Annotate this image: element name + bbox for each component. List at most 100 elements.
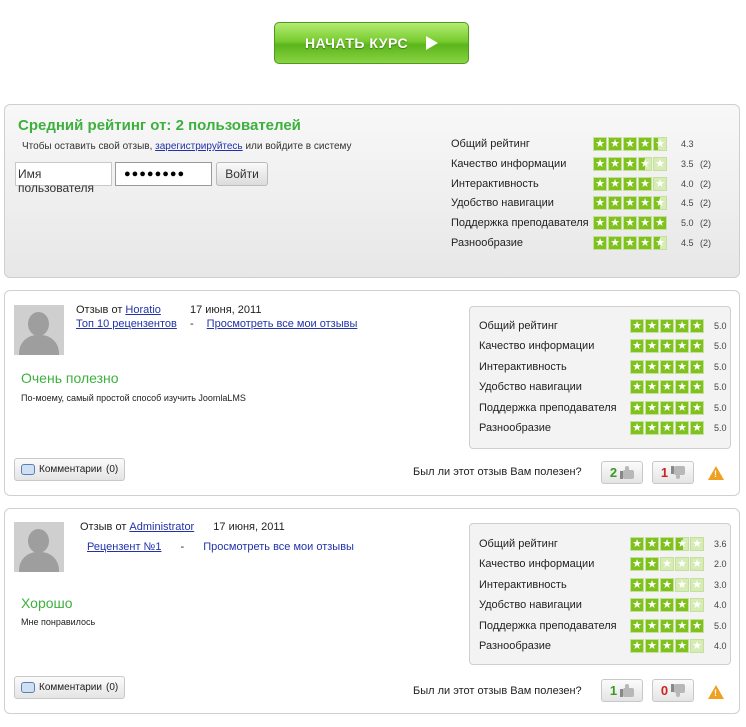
star-icon: ★ [645, 380, 659, 395]
star-icon: ★ [675, 557, 689, 572]
review-title: Очень полезно [21, 370, 119, 386]
review-text: По-моему, самый простой способ изучить J… [21, 393, 246, 403]
star-icon: ★ [593, 156, 607, 171]
star-icon: ★ [608, 137, 622, 151]
rating-value: 5.0 [714, 321, 727, 331]
star-icon: ★ [623, 137, 637, 151]
rating-count: (2) [700, 198, 711, 209]
report-warning-icon[interactable]: ! [708, 685, 724, 699]
star-icon: ★ [593, 236, 607, 250]
star-icon: ★ [593, 137, 607, 151]
star-icon: ★ [645, 319, 659, 333]
star-icon: ★ [653, 216, 667, 231]
links-separator: - [189, 318, 194, 330]
helpful-yes-button[interactable]: 2 [601, 461, 643, 484]
helpful-no-button[interactable]: 0 [652, 679, 694, 702]
rating-label: Качество информации [451, 157, 567, 170]
rating-value: 4.0 [714, 641, 727, 651]
rating-value: 2.0 [714, 559, 727, 570]
star-icon: ★ [630, 598, 644, 613]
rating-label: Поддержка преподавателя [479, 401, 617, 414]
star-icon: ★ [623, 216, 637, 231]
thumbs-up-icon [620, 466, 635, 479]
average-rating-title: Средний рейтинг от: 2 пользователей [18, 117, 301, 134]
author-link[interactable]: Horatio [125, 304, 160, 316]
login-button[interactable]: Войти [216, 162, 268, 186]
rating-value: 5.0 [714, 341, 727, 352]
rating-stars: ★ ★ ★ ★ ★ [630, 359, 704, 374]
average-rating-panel: Средний рейтинг от: 2 пользователей Чтоб… [4, 104, 740, 278]
rating-label: Общий рейтинг [479, 320, 558, 332]
star-icon: ★ [660, 577, 674, 592]
rating-label: Интерактивность [479, 360, 567, 373]
review-meta: Отзыв от Horatio 17 июня, 2011 [76, 304, 261, 316]
star-icon: ★ [660, 319, 674, 333]
rating-stars: ★ ★ ★ ★ ★ [593, 196, 667, 211]
comments-count: (0) [105, 682, 119, 693]
star-icon: ★ [675, 380, 689, 395]
reviewer-rank-link[interactable]: Топ 10 рецензентов [76, 318, 177, 330]
review-text: Мне понравилось [21, 617, 96, 627]
links-separator: - [180, 541, 185, 553]
star-icon: ★ [675, 639, 689, 653]
yes-count: 1 [609, 683, 618, 698]
helpful-no-button[interactable]: 1 [652, 461, 694, 484]
star-icon: ★ [690, 339, 704, 354]
star-icon: ★ [653, 236, 667, 250]
star-icon: ★ [675, 359, 689, 374]
rating-stars: ★ ★ ★ ★ ★ [630, 618, 704, 633]
star-icon: ★ [675, 537, 689, 551]
star-icon: ★ [630, 400, 644, 415]
author-link[interactable]: Administrator [129, 521, 194, 533]
helpful-yes-button[interactable]: 1 [601, 679, 643, 702]
star-icon: ★ [645, 400, 659, 415]
star-icon: ★ [638, 196, 652, 211]
rating-stars: ★ ★ ★ ★ ★ [593, 236, 667, 250]
reviewer-rank-link[interactable]: Рецензент №1 [87, 541, 161, 553]
star-icon: ★ [660, 639, 674, 653]
star-icon: ★ [593, 176, 607, 191]
star-icon: ★ [630, 380, 644, 395]
all-reviews-link[interactable]: Просмотреть все мои отзывы [203, 541, 354, 553]
rating-value: 5.0 [714, 620, 727, 631]
star-icon: ★ [690, 400, 704, 415]
comments-button[interactable]: Комментарии (0) [14, 458, 126, 481]
star-icon: ★ [660, 618, 674, 633]
review-ratings-box: Общий рейтинг ★ ★ ★ ★ ★ 3.6 Качество информации… [469, 523, 731, 665]
star-icon: ★ [593, 216, 607, 231]
rating-value: 3.0 [714, 579, 727, 590]
thumbs-down-icon [671, 466, 686, 479]
report-warning-icon[interactable]: ! [708, 466, 724, 480]
comment-bubble-icon [21, 682, 35, 693]
star-icon: ★ [675, 339, 689, 354]
star-icon: ★ [608, 196, 622, 211]
rating-value: 4.3 [681, 139, 694, 149]
star-icon: ★ [623, 156, 637, 171]
login-hint-text-end: или войдите в систему [245, 141, 352, 152]
avatar [14, 305, 64, 355]
reviewer-links: Топ 10 рецензентов - Просмотреть все мои… [76, 318, 357, 330]
password-input[interactable]: ●●●●●●●● [115, 162, 212, 186]
start-course-button[interactable]: НАЧАТЬ КУРС [274, 22, 469, 64]
review-by-label: Отзыв от [80, 521, 127, 533]
login-hint: Чтобы оставить свой отзыв, зарегистрируй… [22, 141, 352, 152]
star-icon: ★ [690, 359, 704, 374]
review-title: Хорошо [21, 595, 73, 611]
username-input[interactable]: Имя пользователя [15, 162, 112, 195]
star-icon: ★ [645, 537, 659, 551]
rating-label: Разнообразие [479, 422, 552, 434]
thumbs-down-icon [671, 684, 686, 697]
star-icon: ★ [623, 196, 637, 211]
star-icon: ★ [608, 236, 622, 250]
rating-value: 5.0 [714, 382, 727, 393]
all-reviews-link[interactable]: Просмотреть все мои отзывы [207, 318, 358, 330]
comments-label: Комментарии [39, 464, 102, 475]
comments-button[interactable]: Комментарии (0) [14, 676, 126, 699]
comment-bubble-icon [21, 464, 35, 475]
star-icon: ★ [623, 176, 637, 191]
register-link[interactable]: зарегистрируйтесь [155, 141, 243, 152]
no-count: 0 [660, 683, 669, 698]
rating-value: 4.5 [681, 238, 694, 248]
thumbs-up-icon [620, 684, 635, 697]
review-meta: Отзыв от Administrator 17 июня, 2011 [80, 521, 285, 533]
